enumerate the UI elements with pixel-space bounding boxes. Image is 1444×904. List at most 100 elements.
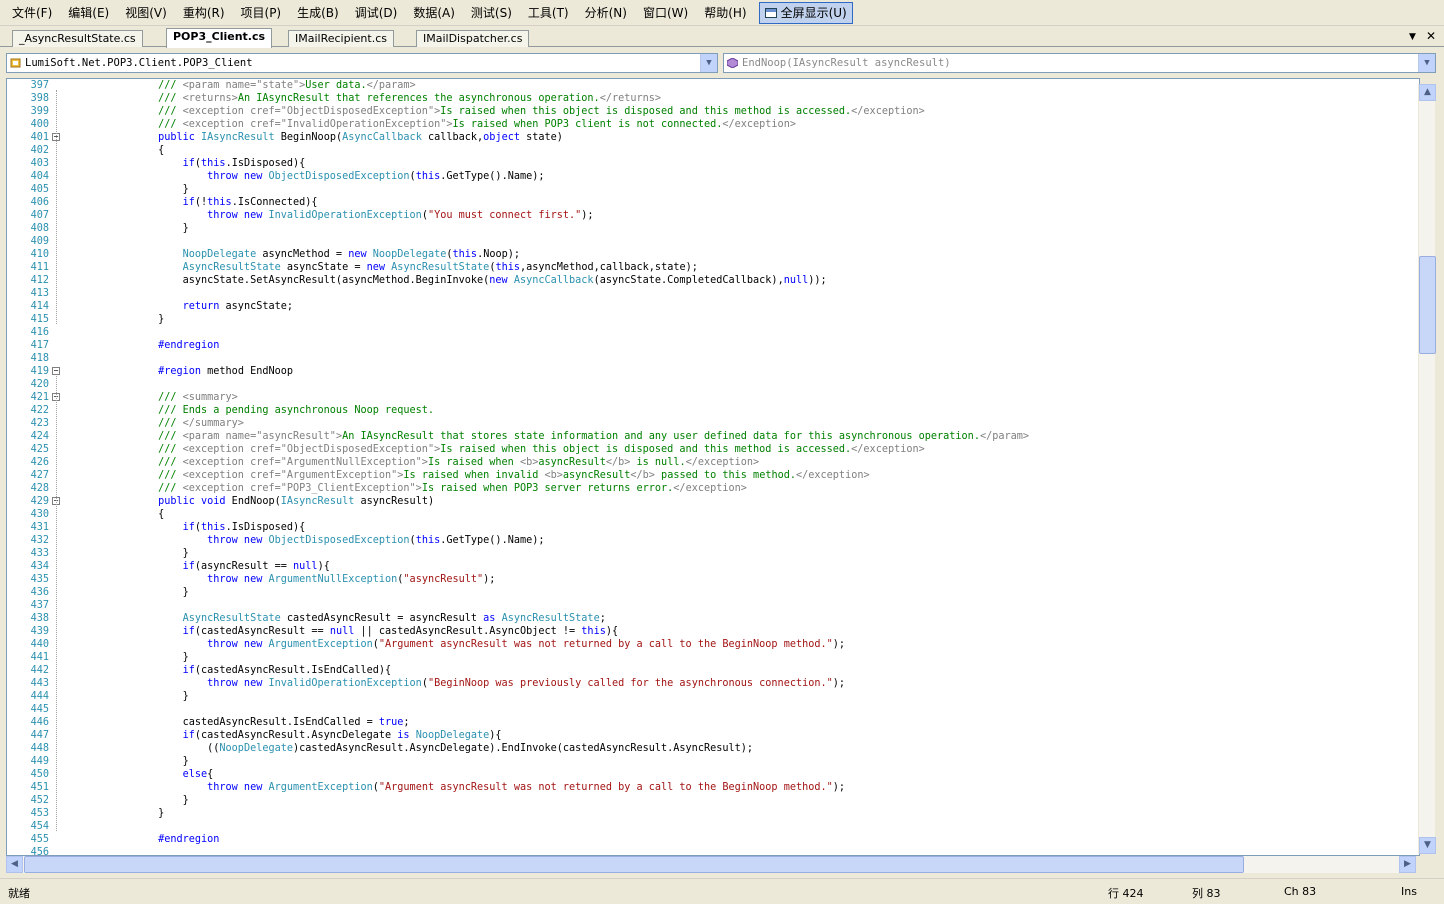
collapse-region-icon[interactable]: − [52, 367, 60, 375]
code-token: </exception> [851, 444, 925, 455]
code-token: } [109, 548, 189, 559]
code-token: )); [808, 275, 827, 286]
scroll-right-icon[interactable]: ▶ [1399, 856, 1416, 873]
menu-item[interactable]: 重构(R) [175, 2, 233, 24]
code-token: An IAsyncResult that stores state inform… [342, 431, 980, 442]
line-number: 406 [30, 197, 49, 208]
code-token: ); [581, 210, 594, 221]
code-line: 421− /// <summary> [7, 391, 1419, 404]
code-token: AsyncCallback [342, 132, 422, 143]
code-line: 398 /// <returns>An IAsyncResult that re… [7, 92, 1419, 105]
code-text: } [109, 794, 189, 807]
code-text: } [109, 807, 164, 820]
code-token: ; [403, 717, 410, 728]
menu-item[interactable]: 分析(N) [577, 2, 635, 24]
fullscreen-button[interactable]: 全屏显示(U) [758, 1, 853, 24]
code-token: Is raised when invalid [403, 470, 545, 481]
code-text: throw new ObjectDisposedException(this.G… [109, 534, 544, 547]
code-text: #endregion [109, 339, 219, 352]
vertical-scrollbar[interactable]: ▲ ▼ [1418, 84, 1436, 854]
code-text: throw new ObjectDisposedException(this.G… [109, 170, 544, 183]
menu-item[interactable]: 视图(V) [117, 2, 175, 24]
menu-item[interactable]: 帮助(H) [696, 2, 754, 24]
scroll-left-icon[interactable]: ◀ [6, 856, 23, 873]
code-token: ); [832, 639, 846, 650]
code-token: Is raised when POP3 client is not connec… [452, 119, 723, 130]
menu-item[interactable]: 文件(F) [4, 2, 60, 24]
code-text: if(!this.IsConnected){ [109, 196, 318, 209]
line-number: 441 [30, 652, 49, 663]
code-token: throw new [109, 639, 269, 650]
menu-item[interactable]: 窗口(W) [635, 2, 696, 24]
member-dropdown[interactable]: EndNoop(IAsyncResult asyncResult) ▼ [723, 53, 1436, 73]
code-text: /// <exception cref="ObjectDisposedExcep… [109, 105, 925, 118]
code-text: /// </summary> [109, 417, 244, 430]
document-tab[interactable]: IMailRecipient.cs [288, 30, 394, 47]
scroll-up-icon[interactable]: ▲ [1419, 84, 1436, 101]
line-number: 413 [30, 288, 49, 299]
code-line: 435 throw new ArgumentNullException("asy… [7, 573, 1419, 586]
type-dropdown-value: LumiSoft.Net.POP3.Client.POP3_Client [25, 57, 253, 69]
code-line: 413 [7, 287, 1419, 300]
menu-item[interactable]: 数据(A) [405, 2, 463, 24]
chevron-down-icon[interactable]: ▼ [700, 54, 717, 72]
code-token: } [109, 314, 165, 325]
document-tab[interactable]: _AsyncResultState.cs [12, 30, 143, 47]
scroll-down-icon[interactable]: ▼ [1419, 837, 1436, 854]
status-char: Ch 83 [1284, 885, 1317, 898]
horizontal-scroll-thumb[interactable] [24, 856, 1244, 873]
code-token: <exception cref="InvalidOperationExcepti… [182, 119, 453, 130]
code-token: </param> [366, 80, 416, 91]
code-token: this [201, 522, 226, 533]
code-token: .Noop); [477, 249, 520, 260]
code-editor[interactable]: 397 /// <param name="state">User data.</… [6, 78, 1420, 856]
line-number: 439 [30, 626, 49, 637]
code-token: )castedAsyncResult.AsyncDelegate).EndInv… [293, 743, 754, 754]
code-line: 442 if(castedAsyncResult.IsEndCalled){ [7, 664, 1419, 677]
code-token: An IAsyncResult that references the asyn… [237, 93, 600, 104]
code-token: if [109, 730, 195, 741]
chevron-down-icon[interactable]: ▼ [1418, 54, 1435, 72]
line-number: 433 [30, 548, 49, 559]
tab-controls: ▼ ✕ [1409, 29, 1436, 45]
menu-item[interactable]: 调试(D) [347, 2, 406, 24]
menu-item[interactable]: 工具(T) [520, 2, 577, 24]
code-token: .IsDisposed){ [225, 158, 306, 169]
code-token: User data. [305, 80, 367, 91]
code-line: 402 { [7, 144, 1419, 157]
menu-item[interactable]: 测试(S) [463, 2, 520, 24]
code-token: <exception cref="ArgumentNullException"> [182, 457, 428, 468]
code-line: 405 } [7, 183, 1419, 196]
code-token: (castedAsyncResult.AsyncDelegate [194, 730, 398, 741]
menu-item[interactable]: 项目(P) [233, 2, 290, 24]
code-line: 441 } [7, 651, 1419, 664]
status-bar: 就绪 行 424 列 83 Ch 83 Ins [0, 878, 1444, 904]
line-number: 428 [30, 483, 49, 494]
member-dropdown-value: EndNoop(IAsyncResult asyncResult) [742, 57, 951, 69]
code-text: AsyncResultState castedAsyncResult = asy… [109, 612, 606, 625]
code-token: ,asyncMethod,callback,state); [520, 262, 698, 273]
code-line: 415 } [7, 313, 1419, 326]
code-token: /// [109, 457, 183, 468]
document-tab[interactable]: POP3_Client.cs [166, 28, 273, 48]
code-line: 456 [7, 846, 1419, 855]
tab-list-dropdown-icon[interactable]: ▼ [1409, 29, 1416, 45]
type-dropdown[interactable]: LumiSoft.Net.POP3.Client.POP3_Client ▼ [6, 53, 718, 73]
code-line: 420 [7, 378, 1419, 391]
code-token: throw new [109, 535, 269, 546]
vertical-scroll-thumb[interactable] [1419, 256, 1436, 354]
horizontal-scrollbar[interactable]: ◀ ▶ [6, 856, 1416, 873]
code-line: 437 [7, 599, 1419, 612]
code-token: /// [109, 470, 183, 481]
line-number: 397 [30, 80, 49, 91]
code-token: } [109, 652, 189, 663]
menu-item[interactable]: 生成(B) [289, 2, 347, 24]
menu-item[interactable]: 编辑(E) [60, 2, 117, 24]
code-token: InvalidOperationException [268, 210, 422, 221]
code-token: } [109, 795, 189, 806]
document-tab[interactable]: IMailDispatcher.cs [416, 30, 530, 47]
close-document-icon[interactable]: ✕ [1426, 29, 1436, 45]
code-token: ){ [317, 561, 330, 572]
code-token: ){ [605, 626, 619, 637]
code-text: if(castedAsyncResult.AsyncDelegate is No… [109, 729, 502, 742]
